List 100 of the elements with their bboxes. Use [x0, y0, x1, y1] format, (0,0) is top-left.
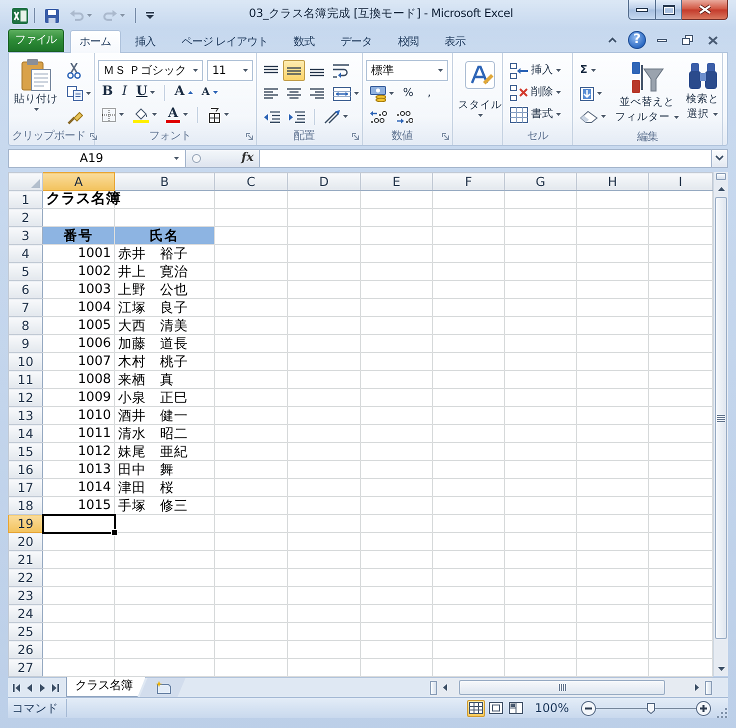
font-name-dropdown[interactable]: ＭＳ Ｐゴシック — [98, 60, 204, 81]
expand-formula-button[interactable] — [712, 148, 728, 168]
dialog-launcher-button[interactable] — [90, 132, 96, 140]
sheet-tab[interactable]: クラス名簿 — [66, 677, 146, 697]
decrease-decimal-icon — [396, 110, 413, 124]
minimize-button[interactable] — [628, 0, 656, 20]
slider-thumb[interactable] — [647, 702, 655, 714]
name-box[interactable]: A19 — [8, 148, 186, 168]
column-header[interactable]: F — [432, 172, 504, 190]
row-header[interactable]: 6 — [8, 280, 42, 298]
row-header[interactable]: 5 — [8, 262, 42, 280]
fill-down-icon — [580, 86, 594, 100]
autosum-button[interactable]: Σ — [576, 60, 610, 81]
zoom-out-button[interactable] — [581, 700, 596, 716]
spreadsheet-logo-icon — [12, 8, 28, 24]
zoom-in-button[interactable] — [696, 700, 711, 716]
format-cells-button[interactable]: 書式 — [506, 104, 569, 125]
dialog-launcher-button[interactable] — [442, 132, 449, 140]
column-header[interactable]: I — [648, 172, 712, 190]
row-header[interactable]: 3 — [8, 226, 42, 244]
row-header[interactable]: 1 — [8, 190, 42, 208]
split-box-handle[interactable] — [430, 680, 437, 694]
row-header[interactable]: 20 — [8, 532, 42, 550]
column-header[interactable]: G — [504, 172, 576, 190]
ribbon-tab[interactable]: ページ レイアウト — [170, 31, 280, 52]
row-header[interactable]: 9 — [8, 334, 42, 352]
page-layout-view-button[interactable] — [486, 700, 505, 716]
ribbon-tab[interactable]: ホーム — [70, 30, 121, 53]
row-header[interactable]: 26 — [8, 640, 42, 658]
row-header[interactable]: 4 — [8, 244, 42, 262]
row-header[interactable]: 22 — [8, 568, 42, 586]
ribbon-tab[interactable]: 挿入 — [122, 31, 168, 52]
horizontal-scrollbar[interactable] — [430, 678, 712, 697]
row-header[interactable]: 11 — [8, 370, 42, 388]
insert-sheet-tab[interactable] — [140, 678, 186, 697]
close-button[interactable] — [682, 0, 728, 20]
column-header[interactable]: D — [288, 172, 360, 190]
row-header[interactable]: 25 — [8, 622, 42, 640]
row-header[interactable]: 17 — [8, 478, 42, 496]
row-header[interactable]: 18 — [8, 496, 42, 514]
dialog-launcher-button[interactable] — [246, 132, 253, 140]
formula-bar-handle[interactable] — [186, 148, 236, 168]
normal-view-button[interactable] — [466, 700, 485, 716]
insert-function-button[interactable]: fx — [236, 148, 260, 168]
delete-cells-button[interactable]: 削除 — [506, 82, 569, 103]
row-header[interactable]: 2 — [8, 208, 42, 226]
row-header[interactable]: 10 — [8, 352, 42, 370]
ribbon-tab[interactable]: 数式 — [282, 31, 327, 52]
row-header[interactable]: 21 — [8, 550, 42, 568]
row-header[interactable]: 19 — [8, 514, 42, 532]
row-header[interactable]: 13 — [8, 406, 42, 424]
file-tab[interactable]: ファイル — [8, 29, 64, 52]
middle-align-button[interactable] — [283, 60, 305, 81]
column-header[interactable]: A — [42, 172, 114, 190]
font-size-dropdown[interactable]: 11 — [207, 60, 253, 81]
formula-input[interactable] — [260, 148, 712, 168]
row-header[interactable]: 27 — [8, 658, 42, 676]
caret-icon — [674, 116, 679, 120]
scrollbar-thumb[interactable] — [715, 197, 727, 639]
percent-button[interactable]: % — [399, 83, 418, 104]
sort-filter-button[interactable]: 並べ替えと フィルター — [613, 56, 681, 128]
ribbon-tab[interactable]: データ — [328, 31, 384, 52]
ribbon-tab[interactable]: 校閲 — [386, 31, 431, 52]
underline-button[interactable]: U — [132, 82, 160, 103]
column-header[interactable]: C — [214, 172, 288, 190]
column-header[interactable]: E — [360, 172, 432, 190]
italic-button[interactable]: I — [118, 82, 132, 103]
dialog-launcher-button[interactable] — [352, 132, 359, 140]
column-header[interactable]: H — [576, 172, 648, 190]
find-select-button[interactable]: 検索と 選択 — [684, 56, 721, 128]
paste-button[interactable]: 貼り付け — [12, 56, 60, 127]
number-format-dropdown[interactable]: 標準 — [366, 60, 448, 81]
ribbon-tab[interactable]: 表示 — [432, 31, 478, 52]
split-box-handle[interactable] — [716, 173, 726, 180]
scrollbar-thumb[interactable] — [459, 680, 665, 695]
insert-cells-button[interactable]: 挿入 — [506, 60, 569, 81]
row-header[interactable]: 23 — [8, 586, 42, 604]
bold-button[interactable]: B — [98, 82, 117, 103]
row-header[interactable]: 24 — [8, 604, 42, 622]
font-color-button[interactable]: A — [162, 104, 192, 125]
close-icon — [698, 4, 712, 15]
student-name: 田中 舞 — [114, 460, 214, 478]
grow-font-button[interactable]: A — [170, 82, 197, 103]
row-header[interactable]: 14 — [8, 424, 42, 442]
student-name: 井上 寛治 — [114, 262, 214, 280]
resize-grip-icon[interactable] — [717, 708, 727, 718]
row-header[interactable]: 8 — [8, 316, 42, 334]
split-box-handle[interactable] — [705, 680, 712, 694]
comma-button[interactable]: , — [418, 83, 440, 104]
column-header[interactable]: B — [114, 172, 214, 190]
row-header[interactable]: 12 — [8, 388, 42, 406]
fill-handle[interactable] — [111, 529, 118, 536]
row-header[interactable]: 16 — [8, 460, 42, 478]
row-header[interactable]: 15 — [8, 442, 42, 460]
shrink-font-button[interactable]: A — [198, 82, 222, 103]
page-break-view-button[interactable] — [506, 700, 525, 716]
maximize-button[interactable] — [656, 0, 682, 20]
row-header[interactable]: 7 — [8, 298, 42, 316]
cell-styles-button[interactable]: スタイル — [456, 56, 504, 127]
vertical-scrollbar[interactable] — [713, 172, 728, 676]
